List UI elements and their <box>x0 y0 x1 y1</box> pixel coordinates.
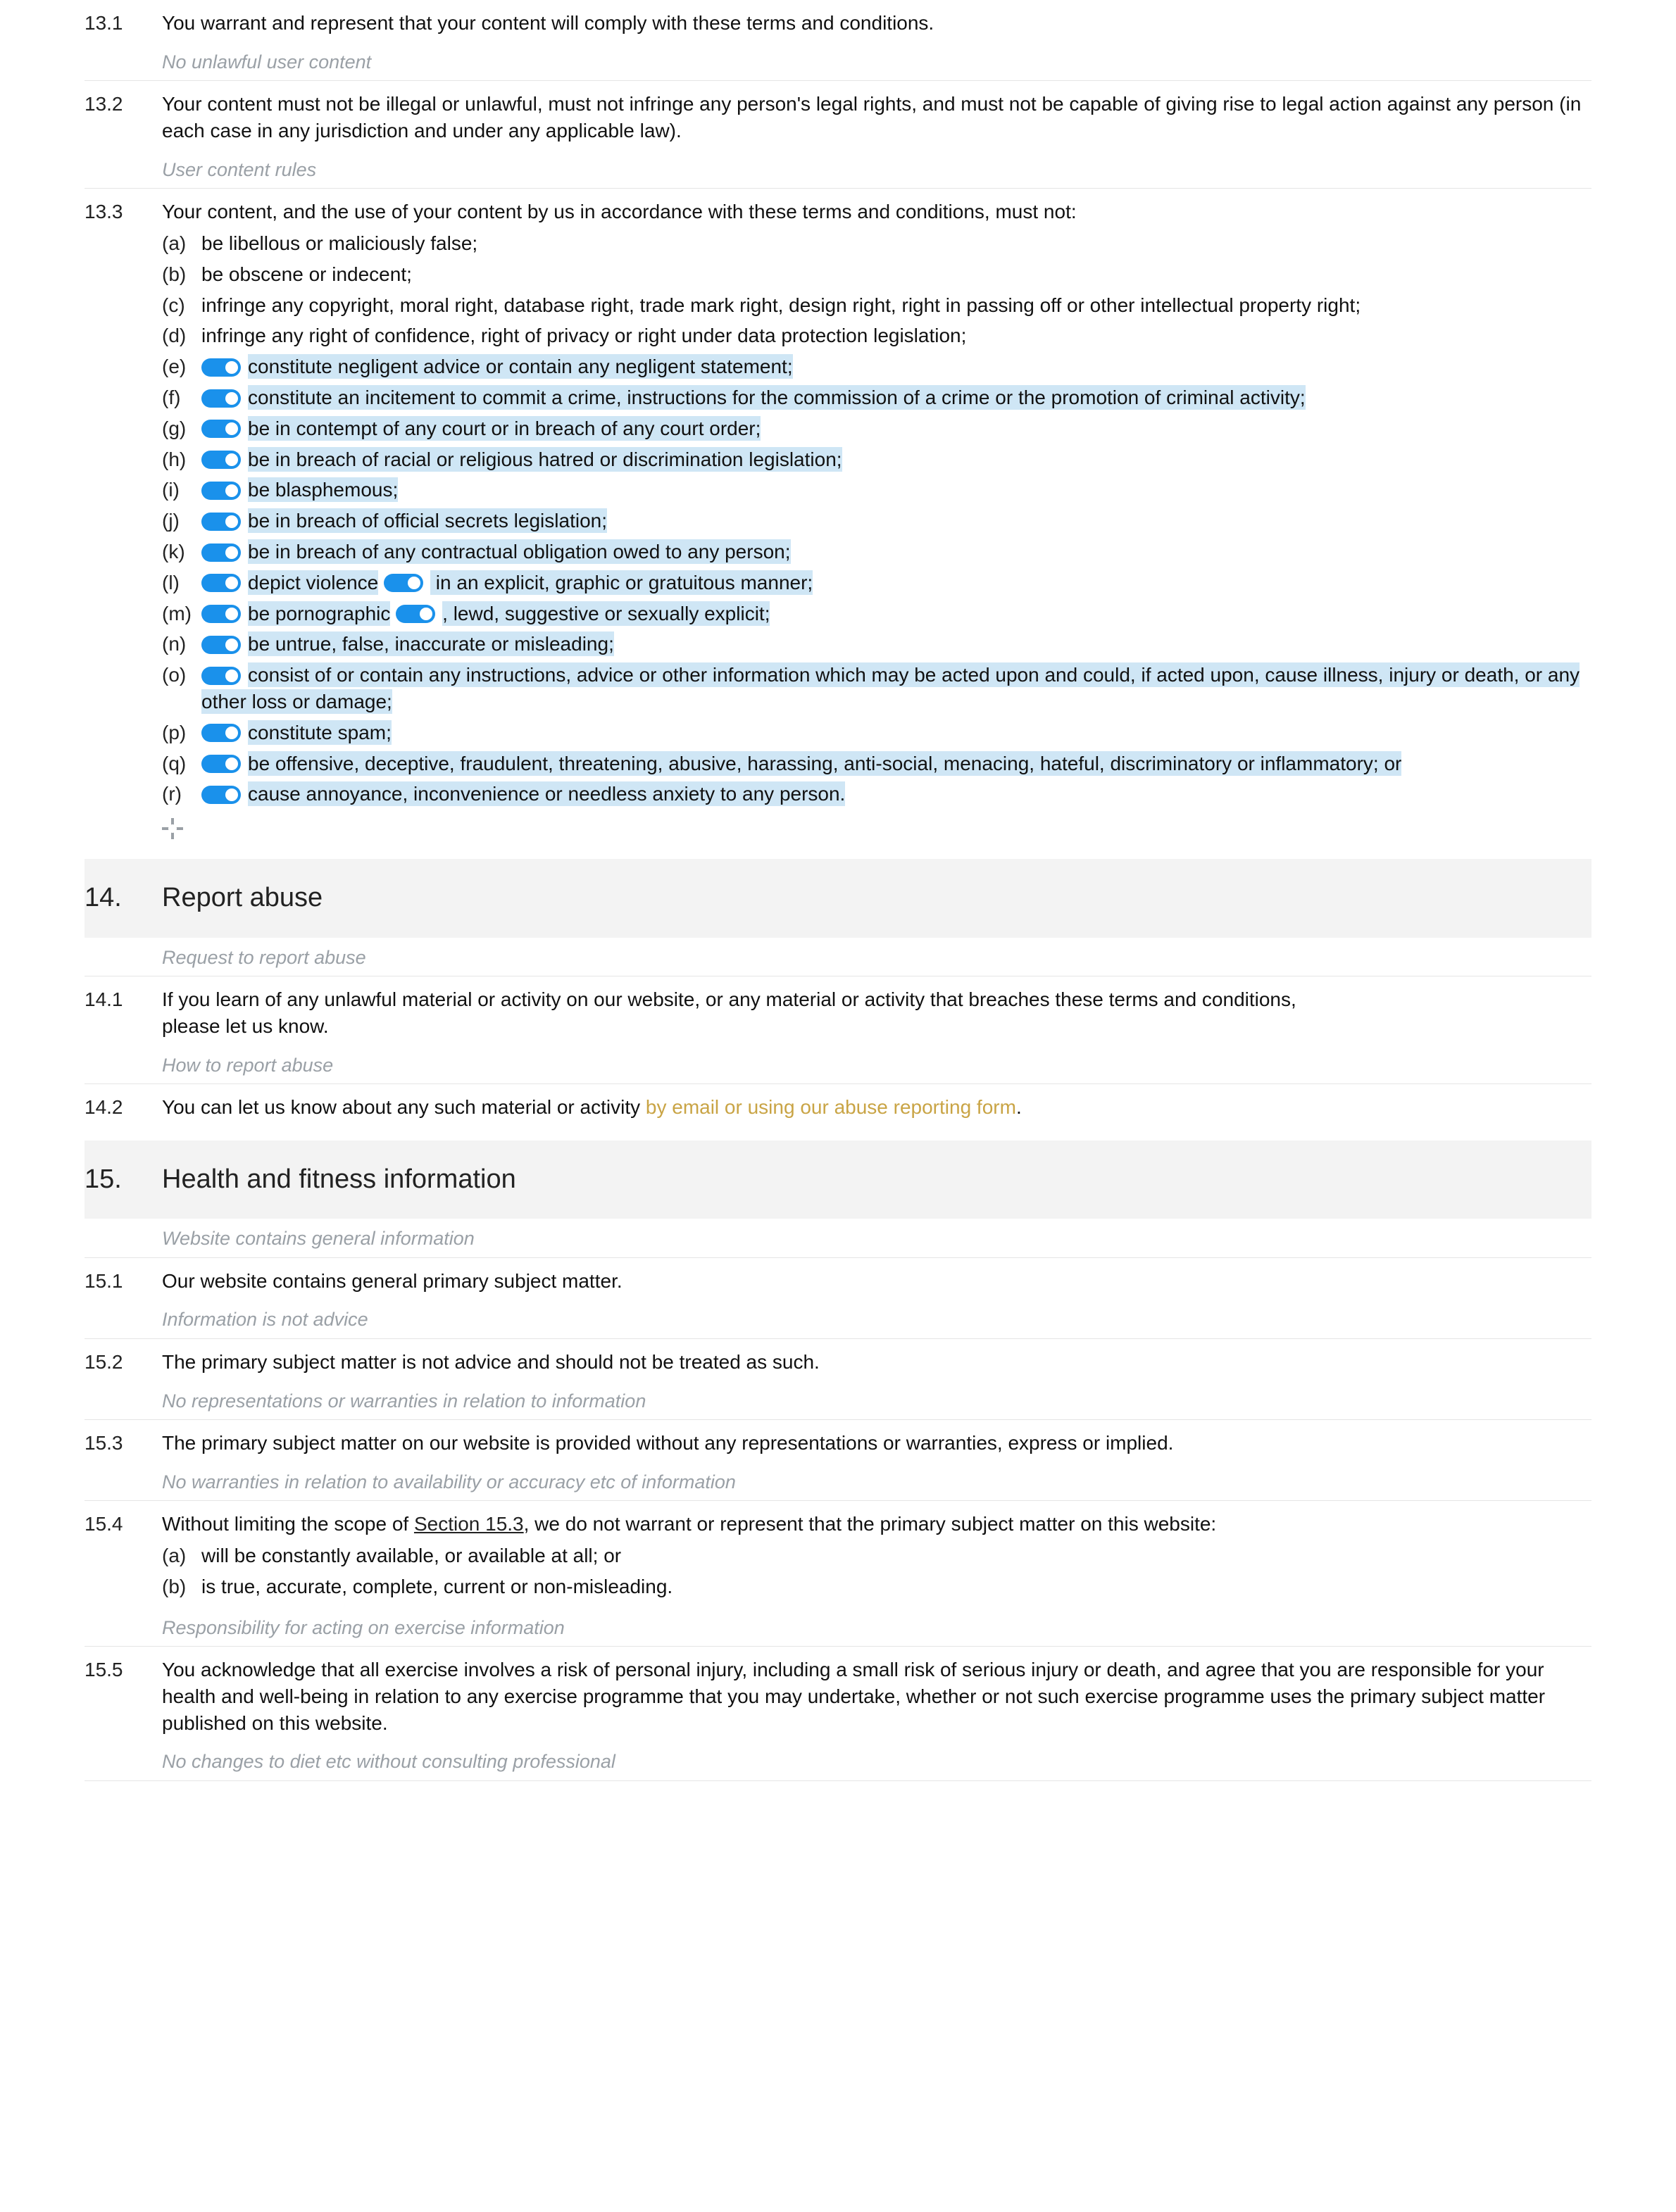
sub-clause-r: (r)cause annoyance, inconvenience or nee… <box>162 779 1591 810</box>
section-number: 14. <box>85 880 162 916</box>
clause-15-5: 15.5You acknowledge that all exercise in… <box>85 1647 1591 1742</box>
clause-text: You warrant and represent that your cont… <box>162 10 1591 37</box>
option-toggle[interactable] <box>201 605 241 623</box>
clause-15-1: 15.1Our website contains general primary… <box>85 1258 1591 1300</box>
clause-14-1: 14.1 If you learn of any unlawful materi… <box>85 976 1591 1045</box>
sub-clause-g: (g)be in contempt of any court or in bre… <box>162 413 1591 444</box>
clause-number: 13.3 <box>85 199 162 839</box>
option-toggle[interactable] <box>201 636 241 654</box>
annotation-13-1: No unlawful user content <box>85 42 1591 81</box>
option-toggle[interactable] <box>201 543 241 562</box>
target-icon[interactable] <box>162 818 183 839</box>
annotation-15-b: Information is not advice <box>85 1300 1591 1338</box>
clause-14-2: 14.2 You can let us know about any such … <box>85 1084 1591 1126</box>
option-toggle[interactable] <box>201 574 241 592</box>
option-toggle[interactable] <box>201 482 241 500</box>
option-toggle[interactable] <box>201 667 241 685</box>
section-title: Report abuse <box>162 880 323 916</box>
annotation-14-b: How to report abuse <box>85 1045 1591 1084</box>
sub-clause-q: (q)be offensive, deceptive, fraudulent, … <box>162 748 1591 779</box>
sub-clause-n: (n)be untrue, false, inaccurate or misle… <box>162 629 1591 660</box>
clause-intro: Your content, and the use of your conten… <box>162 199 1591 225</box>
sub-clause-a: (a)be libellous or maliciously false; <box>162 228 1591 259</box>
section-14-header: 14. Report abuse <box>85 859 1591 937</box>
sub-clause-p: (p)constitute spam; <box>162 717 1591 748</box>
sub-clause-o: (o)consist of or contain any instruction… <box>162 660 1591 717</box>
annotation-15-e: Responsibility for acting on exercise in… <box>85 1608 1591 1647</box>
option-toggle[interactable] <box>201 389 241 408</box>
clause-13-3: 13.3 Your content, and the use of your c… <box>85 189 1591 845</box>
sub-clause-k: (k)be in breach of any contractual oblig… <box>162 536 1591 567</box>
clause-number: 13.1 <box>85 10 162 37</box>
option-toggle[interactable] <box>201 755 241 773</box>
abuse-form-link[interactable]: by email or using our abuse reporting fo… <box>646 1096 1016 1118</box>
option-toggle[interactable] <box>201 420 241 438</box>
sub-clause-f: (f)constitute an incitement to commit a … <box>162 382 1591 413</box>
option-toggle[interactable] <box>201 358 241 377</box>
option-toggle[interactable] <box>384 574 423 592</box>
sub-clause-h: (h)be in breach of racial or religious h… <box>162 444 1591 475</box>
annotation-15-a: Website contains general information <box>85 1219 1591 1257</box>
option-toggle[interactable] <box>201 513 241 531</box>
sub-clause-a: (a)will be constantly available, or avai… <box>162 1540 1591 1571</box>
clause-13-2: 13.2 Your content must not be illegal or… <box>85 81 1591 150</box>
sub-clause-e: (e)constitute negligent advice or contai… <box>162 351 1591 382</box>
sub-clause-c: (c)infringe any copyright, moral right, … <box>162 290 1591 321</box>
option-toggle[interactable] <box>396 605 435 623</box>
section-reference-link[interactable]: Section 15.3 <box>414 1513 524 1535</box>
sub-clause-b: (b)be obscene or indecent; <box>162 259 1591 290</box>
sub-clause-b: (b)is true, accurate, complete, current … <box>162 1571 1591 1602</box>
option-toggle[interactable] <box>201 724 241 742</box>
annotation-14-a: Request to report abuse <box>85 938 1591 976</box>
sub-clause-i: (i)be blasphemous; <box>162 475 1591 505</box>
annotation-15-c: No representations or warranties in rela… <box>85 1381 1591 1420</box>
option-toggle[interactable] <box>201 786 241 804</box>
clause-number: 13.2 <box>85 91 162 144</box>
annotation-13-2: User content rules <box>85 150 1591 189</box>
sub-clause-m: (m)be pornographic , lewd, suggestive or… <box>162 598 1591 629</box>
sub-clause-l: (l)depict violence in an explicit, graph… <box>162 567 1591 598</box>
section-15-header: 15. Health and fitness information <box>85 1140 1591 1219</box>
annotation-15-d: No warranties in relation to availabilit… <box>85 1462 1591 1501</box>
sub-clause-d: (d)infringe any right of confidence, rig… <box>162 320 1591 351</box>
clause-15-4: 15.4 Without limiting the scope of Secti… <box>85 1501 1591 1607</box>
annotation-15-f: No changes to diet etc without consultin… <box>85 1742 1591 1780</box>
clause-15-3: 15.3The primary subject matter on our we… <box>85 1420 1591 1462</box>
annotation-text: User content rules <box>162 157 1591 182</box>
option-toggle[interactable] <box>201 451 241 469</box>
sub-clause-j: (j)be in breach of official secrets legi… <box>162 505 1591 536</box>
clause-15-2: 15.2The primary subject matter is not ad… <box>85 1339 1591 1381</box>
clause-13-1: 13.1 You warrant and represent that your… <box>85 0 1591 42</box>
clause-text: Your content must not be illegal or unla… <box>162 91 1591 144</box>
annotation-text: No unlawful user content <box>162 49 1591 75</box>
